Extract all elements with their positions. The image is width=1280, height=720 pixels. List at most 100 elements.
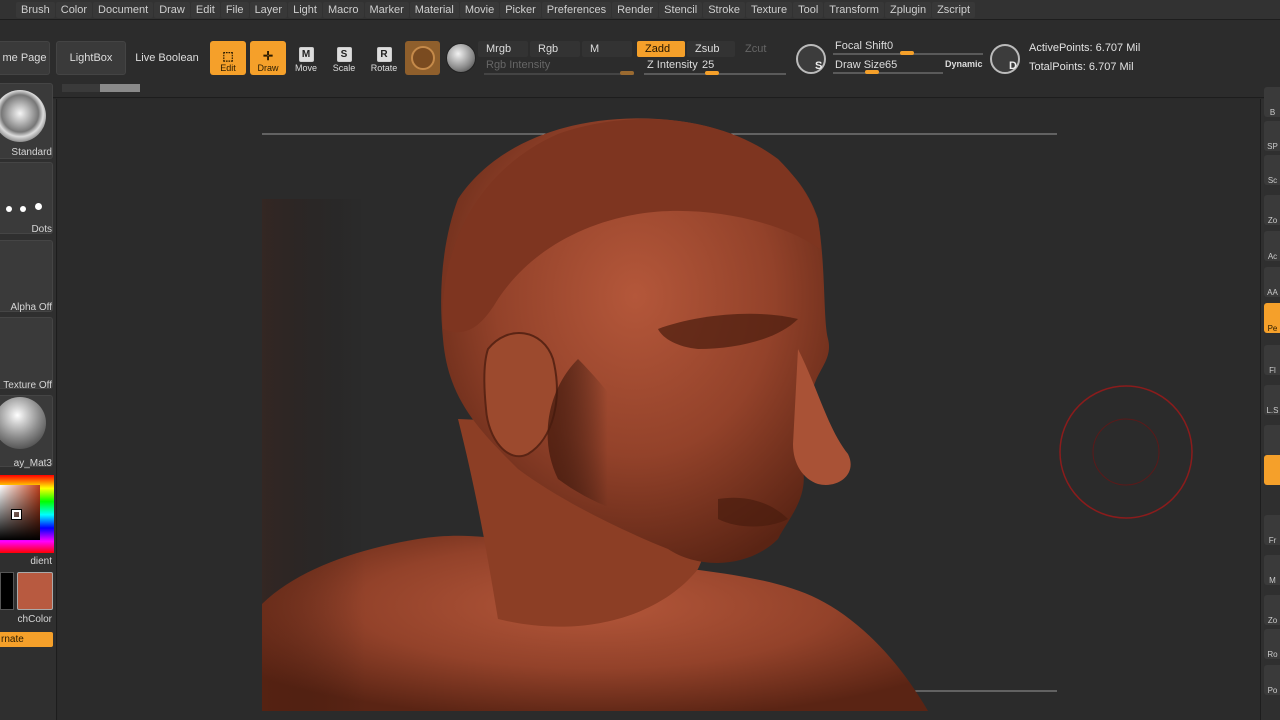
brush-label: Standard <box>11 147 52 158</box>
rgb-button[interactable]: Rgb <box>530 41 580 57</box>
menu-item-marker[interactable]: Marker <box>364 1 409 18</box>
z-intensity-handle[interactable] <box>705 71 719 75</box>
right-shelf-label: M <box>1269 576 1276 585</box>
rotate-button[interactable]: R Rotate <box>366 41 402 75</box>
move-icon: M <box>298 47 314 62</box>
menu-item-transform[interactable]: Transform <box>824 1 884 18</box>
secondary-color-swatch[interactable] <box>0 572 14 610</box>
material-button[interactable] <box>0 395 53 467</box>
sphere-icon[interactable] <box>446 43 476 73</box>
menu-item-texture[interactable]: Texture <box>746 1 793 18</box>
rgb-intensity-label: Rgb Intensity <box>486 59 551 71</box>
document-tab-strip[interactable] <box>62 84 140 92</box>
right-shelf-label: Zo <box>1267 616 1278 625</box>
left-tray: Standard Dots Alpha Off Texture Off ay_M… <box>0 83 57 720</box>
right-shelf-button[interactable]: Pe <box>1264 303 1280 333</box>
home-page-button[interactable]: me Page <box>0 41 50 75</box>
z-intensity-value: 25 <box>702 59 715 71</box>
rotate-icon: R <box>376 47 392 62</box>
draw-button[interactable]: ✛ Draw <box>250 41 286 75</box>
zsub-button[interactable]: Zsub <box>687 41 735 57</box>
right-shelf-button[interactable]: M <box>1264 555 1280 585</box>
mrgb-button[interactable]: Mrgb <box>478 41 528 57</box>
right-shelf-label: Ro <box>1267 650 1278 659</box>
circle-icon <box>410 46 435 70</box>
menu-item-zplugin[interactable]: Zplugin <box>884 1 932 18</box>
material-label: ay_Mat3 <box>13 458 52 469</box>
gradient-label: dient <box>30 556 52 567</box>
main-color-swatch[interactable] <box>17 572 53 610</box>
document-tab-active[interactable] <box>100 84 140 92</box>
right-shelf-button[interactable]: Po <box>1264 665 1280 695</box>
right-shelf-button[interactable]: Ac <box>1264 231 1280 261</box>
right-shelf-button[interactable]: L.S <box>1264 385 1280 415</box>
viewport-canvas[interactable] <box>58 99 1260 720</box>
menu-item-picker[interactable]: Picker <box>500 1 541 18</box>
live-boolean-button[interactable]: Live Boolean <box>130 41 204 75</box>
texture-button[interactable] <box>0 317 53 389</box>
menu-item-draw[interactable]: Draw <box>154 1 190 18</box>
draw-size-handle[interactable] <box>865 70 879 74</box>
menu-item-tool[interactable]: Tool <box>793 1 824 18</box>
rgb-intensity-track[interactable] <box>484 73 634 75</box>
move-button[interactable]: M Move <box>288 41 324 75</box>
right-shelf-button[interactable]: SP <box>1264 121 1280 151</box>
right-shelf-button[interactable] <box>1264 455 1280 485</box>
menu-item-preferences[interactable]: Preferences <box>541 1 612 18</box>
menu-item-color[interactable]: Color <box>55 1 93 18</box>
lightbox-button[interactable]: LightBox <box>56 41 126 75</box>
right-shelf-button[interactable]: Sc <box>1264 155 1280 185</box>
m-button[interactable]: M <box>582 41 632 57</box>
color-picker[interactable] <box>0 475 54 553</box>
right-shelf-button[interactable]: Fl <box>1264 345 1280 375</box>
color-picker-cursor-icon <box>11 509 22 520</box>
right-shelf-label: SP <box>1267 142 1278 151</box>
material-preview-button[interactable] <box>405 41 440 75</box>
dynamic-button[interactable]: Dynamic <box>945 59 983 69</box>
tool-label: Rotate <box>370 63 398 73</box>
right-shelf-button[interactable] <box>1264 425 1280 455</box>
d-key-label: D <box>1009 60 1017 72</box>
menu-item-movie[interactable]: Movie <box>459 1 500 18</box>
rgb-intensity-handle[interactable] <box>620 71 634 75</box>
draw-size-value: 65 <box>885 59 898 71</box>
zcut-button[interactable]: Zcut <box>737 41 785 57</box>
menu-item-file[interactable]: File <box>220 1 249 18</box>
material-sphere-icon <box>0 397 46 449</box>
brush-cursor-inner-ring <box>1092 418 1160 486</box>
scale-button[interactable]: S Scale <box>326 41 362 75</box>
menu-bar: Brush Color Document Draw Edit File Layer Light… <box>0 0 1280 20</box>
menu-item-light[interactable]: Light <box>288 1 322 18</box>
right-shelf-button[interactable]: Zo <box>1264 595 1280 625</box>
focal-shift-value: 0 <box>887 40 894 52</box>
alternate-button[interactable]: rnate <box>0 632 53 647</box>
right-shelf-label: Po <box>1267 686 1278 695</box>
menu-item-brush[interactable]: Brush <box>16 1 55 18</box>
right-shelf-button[interactable]: AA <box>1264 267 1280 297</box>
menu-item-layer[interactable]: Layer <box>249 1 288 18</box>
menu-item-edit[interactable]: Edit <box>190 1 220 18</box>
zadd-button[interactable]: Zadd <box>637 41 685 57</box>
top-shelf: me Page LightBox Live Boolean Mrgb Rgb M… <box>0 20 1280 98</box>
menu-item-macro[interactable]: Macro <box>322 1 364 18</box>
right-shelf-label: L.S <box>1266 406 1279 415</box>
right-shelf-button[interactable]: B <box>1264 87 1280 117</box>
right-shelf-button[interactable]: Ro <box>1264 629 1280 659</box>
draw-size-track[interactable] <box>833 72 943 74</box>
menu-item-material[interactable]: Material <box>409 1 459 18</box>
right-shelf-button[interactable]: Zo <box>1264 195 1280 225</box>
edit-icon: ⬚ <box>222 49 234 63</box>
right-shelf-button[interactable]: Fr <box>1264 515 1280 545</box>
menu-item-stroke[interactable]: Stroke <box>703 1 745 18</box>
menu-item-stencil[interactable]: Stencil <box>659 1 703 18</box>
right-shelf-label: Fl <box>1269 366 1276 375</box>
menu-item-render[interactable]: Render <box>612 1 659 18</box>
z-intensity-label: Z Intensity <box>647 59 698 71</box>
focal-shift-handle[interactable] <box>900 51 914 55</box>
total-points: TotalPoints: 6.707 Mil <box>1029 61 1134 73</box>
menu-item-document[interactable]: Document <box>93 1 154 18</box>
menu-item-zscript[interactable]: Zscript <box>932 1 976 18</box>
tool-label: Move <box>294 63 317 73</box>
edit-button[interactable]: ⬚ Edit <box>210 41 246 75</box>
left-shadow-overlay <box>262 199 522 711</box>
